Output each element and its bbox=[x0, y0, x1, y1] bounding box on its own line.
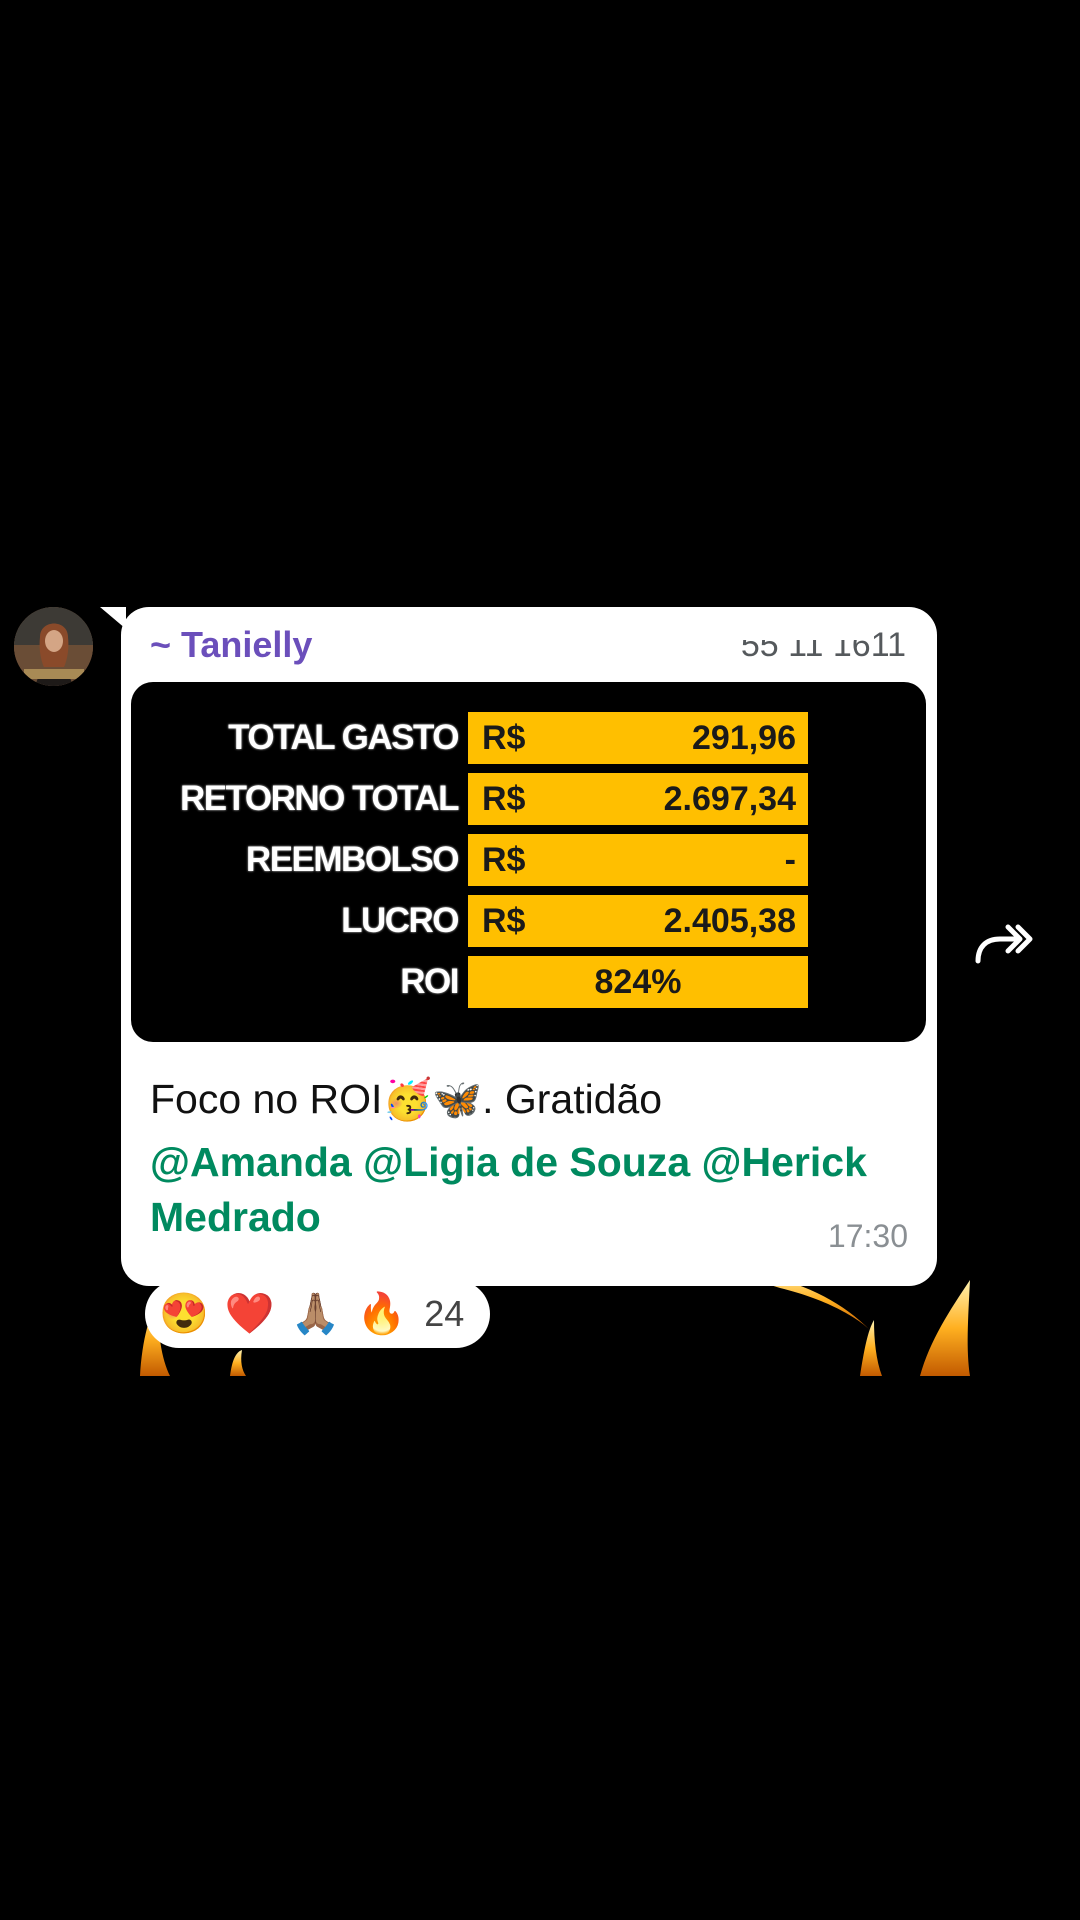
row-value: 824% bbox=[594, 963, 682, 1001]
reaction-praying-hands: 🙏🏽 bbox=[290, 1292, 341, 1336]
message-caption: Foco no ROI🥳🦋. Gratidão bbox=[150, 1068, 910, 1131]
reaction-heart: ❤️ bbox=[224, 1292, 275, 1336]
table-row: TOTAL GASTO R$ 291,96 bbox=[131, 712, 926, 764]
reaction-heart-eyes: 😍 bbox=[159, 1292, 209, 1336]
forward-arrow-icon[interactable] bbox=[972, 917, 1036, 973]
row-currency: R$ bbox=[482, 719, 526, 757]
table-row: LUCRO R$ 2.405,38 bbox=[131, 895, 926, 947]
row-value-cell: R$ 291,96 bbox=[468, 712, 808, 764]
row-value-cell: R$ 2.405,38 bbox=[468, 895, 808, 947]
sender-name-cutoff bbox=[330, 618, 870, 640]
message-image[interactable]: TOTAL GASTO R$ 291,96 RETORNO TOTAL R$ 2… bbox=[131, 682, 926, 1042]
reaction-fire: 🔥 bbox=[356, 1292, 407, 1336]
row-value: 2.697,34 bbox=[663, 780, 796, 818]
message-timestamp: 17:30 bbox=[827, 1218, 908, 1254]
row-value-cell: 824% bbox=[468, 956, 808, 1008]
row-currency: R$ bbox=[482, 841, 526, 879]
message-mentions[interactable]: @Amanda @Ligia de Souza @Herick Medrado bbox=[150, 1135, 920, 1245]
row-value-cell: R$ 2.697,34 bbox=[468, 773, 808, 825]
reaction-count: 24 bbox=[424, 1293, 465, 1334]
caption-suffix: . Gratidão bbox=[482, 1076, 663, 1122]
caption-text: Foco no ROI bbox=[150, 1076, 383, 1122]
row-label: REEMBOLSO bbox=[245, 840, 460, 879]
table-row: RETORNO TOTAL R$ 2.697,34 bbox=[131, 773, 926, 825]
butterfly-emoji: 🦋 bbox=[432, 1078, 483, 1122]
row-label: TOTAL GASTO bbox=[228, 718, 459, 757]
row-label: RETORNO TOTAL bbox=[180, 779, 460, 818]
table-row: ROI 824% bbox=[131, 956, 926, 1008]
row-value: - bbox=[784, 841, 796, 879]
row-currency: R$ bbox=[482, 902, 526, 940]
row-label: LUCRO bbox=[341, 901, 459, 940]
reactions-bar[interactable]: 😍 ❤️ 🙏🏽 🔥 24 bbox=[145, 1280, 490, 1348]
sender-name-text: ~ Tanielly bbox=[150, 624, 313, 665]
row-currency: R$ bbox=[482, 780, 526, 818]
row-value: 2.405,38 bbox=[663, 902, 796, 940]
table-row: REEMBOLSO R$ - bbox=[131, 834, 926, 886]
party-emoji: 🥳 bbox=[382, 1078, 433, 1122]
row-value-cell: R$ - bbox=[468, 834, 808, 886]
row-value: 291,96 bbox=[692, 719, 796, 757]
sender-avatar[interactable] bbox=[14, 607, 93, 686]
row-label: ROI bbox=[400, 962, 459, 1001]
chat-screen: ~ Tanielly 55 11 1611 TOTAL GASTO R$ 291… bbox=[0, 0, 1080, 1920]
